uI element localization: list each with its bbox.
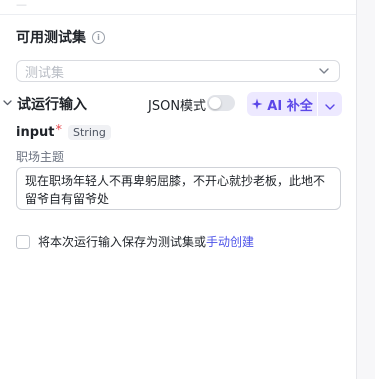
save-testset-checkbox[interactable] — [16, 234, 30, 249]
trial-run-title: 试运行输入 — [17, 97, 87, 113]
test-set-header: 可用测试集 i — [16, 27, 105, 47]
ai-complete-label: AI 补全 — [267, 98, 313, 114]
divider — [0, 14, 356, 15]
test-set-select[interactable]: 测试集 — [16, 60, 340, 82]
top-strip: — — [0, 0, 356, 14]
json-mode-toggle[interactable] — [207, 95, 235, 111]
json-mode-label: JSON模式 — [148, 99, 207, 114]
input-value-field[interactable]: 现在职场年轻人不再卑躬屈膝，不开心就抄老板，此地不留爷自有留爷处 — [16, 167, 341, 210]
save-as-testset-row: 将本次运行输入保存为测试集或 手动创建 — [16, 233, 254, 250]
toggle-knob — [209, 97, 221, 109]
collapse-chevron-icon[interactable] — [3, 96, 13, 110]
test-set-select-placeholder: 测试集 — [25, 65, 65, 81]
variable-name: input — [16, 125, 55, 140]
chevron-down-icon — [317, 64, 331, 78]
required-mark: * — [55, 123, 63, 138]
trial-run-panel: — 可用测试集 i 测试集 试运行输入 JSON模式 AI 补全 input *… — [0, 0, 357, 379]
trial-run-header: 试运行输入 JSON模式 AI 补全 — [0, 92, 356, 116]
test-set-title: 可用测试集 — [16, 30, 86, 46]
ai-complete-dropdown[interactable] — [318, 92, 342, 116]
chevron-down-icon — [325, 95, 335, 114]
save-testset-text: 将本次运行输入保存为测试集或 — [38, 235, 207, 249]
faded-header-text: — — [16, 0, 27, 11]
manual-create-link[interactable]: 手动创建 — [206, 233, 254, 250]
sparkle-icon — [251, 95, 263, 114]
variable-description: 职场主题 — [16, 150, 65, 164]
info-circle-icon[interactable]: i — [92, 30, 105, 44]
ai-complete-button[interactable]: AI 补全 — [247, 92, 317, 116]
type-badge: String — [68, 125, 111, 140]
input-variable-header: input * String — [16, 123, 111, 140]
